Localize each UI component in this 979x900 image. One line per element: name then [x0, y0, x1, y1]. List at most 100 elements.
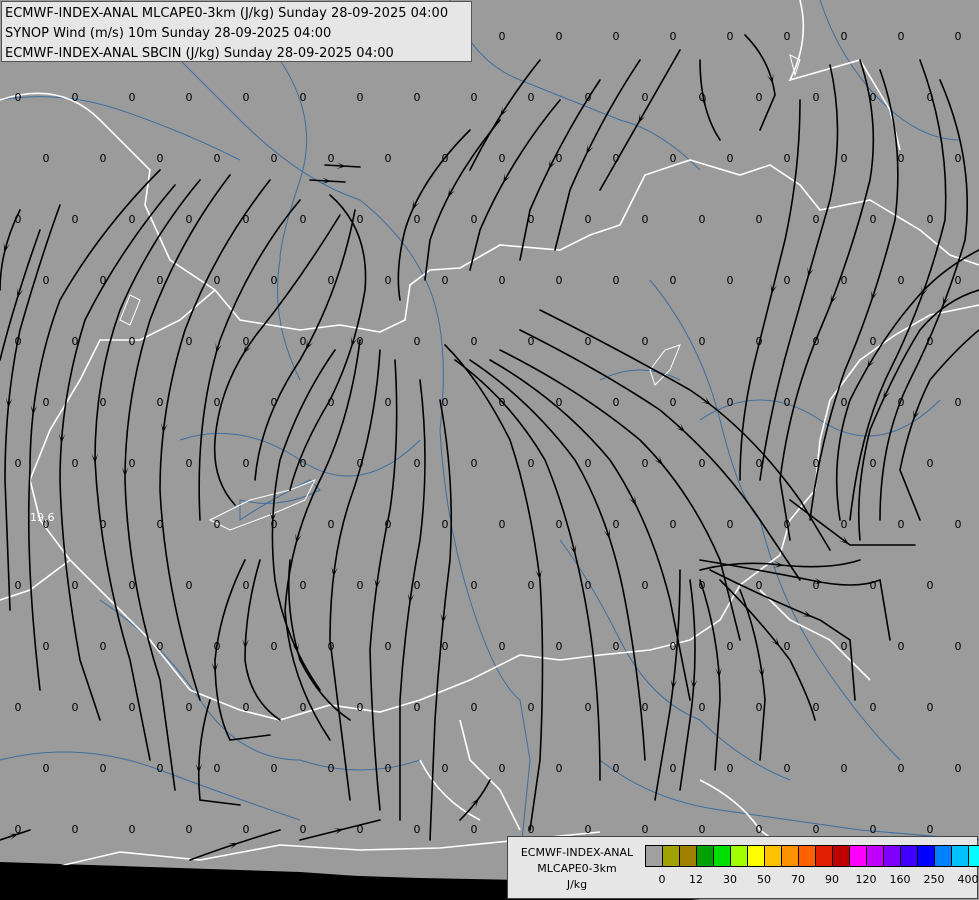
grid-value-label: 0 — [613, 274, 620, 287]
grid-value-label: 0 — [300, 457, 307, 470]
grid-value-label: 0 — [300, 701, 307, 714]
legend-swatch — [901, 846, 918, 866]
grid-value-label: 0 — [43, 640, 50, 653]
grid-value-label: 0 — [271, 762, 278, 775]
grid-value-label: 0 — [271, 396, 278, 409]
grid-value-label: 0 — [300, 823, 307, 836]
grid-value-label: 0 — [528, 823, 535, 836]
legend-tick: 90 — [825, 873, 839, 886]
grid-value-label: 0 — [15, 823, 22, 836]
grid-value-label: 0 — [585, 335, 592, 348]
grid-value-label: 0 — [613, 396, 620, 409]
grid-value-label: 0 — [784, 518, 791, 531]
grid-value-label: 0 — [870, 335, 877, 348]
grid-value-label: 0 — [43, 274, 50, 287]
grid-value-label: 0 — [43, 762, 50, 775]
grid-value-label: 0 — [15, 457, 22, 470]
grid-value-label: 0 — [898, 274, 905, 287]
grid-value-label: 0 — [642, 91, 649, 104]
legend-title-line1: ECMWF-INDEX-ANAL — [520, 846, 634, 859]
grid-value-label: 0 — [727, 518, 734, 531]
grid-value-label: 0 — [756, 701, 763, 714]
grid-value-label: 0 — [585, 823, 592, 836]
legend-swatch — [918, 846, 935, 866]
grid-value-label: 0 — [670, 762, 677, 775]
grid-value-label: 0 — [727, 640, 734, 653]
grid-value-label: 0 — [15, 213, 22, 226]
grid-value-label: 0 — [784, 640, 791, 653]
grid-value-label: 0 — [414, 823, 421, 836]
grid-value-label: 0 — [927, 823, 934, 836]
grid-value-label: 0 — [784, 396, 791, 409]
grid-value-label: 0 — [385, 274, 392, 287]
grid-value-label: 0 — [556, 396, 563, 409]
grid-value-label: 0 — [585, 579, 592, 592]
grid-value-label: 0 — [471, 91, 478, 104]
grid-value-label: 0 — [100, 762, 107, 775]
grid-value-label: 0 — [642, 823, 649, 836]
grid-value-label: 0 — [528, 91, 535, 104]
grid-value-label: 0 — [442, 640, 449, 653]
grid-value-label: 0 — [300, 335, 307, 348]
grid-value-label: 0 — [898, 30, 905, 43]
grid-value-label: 0 — [129, 335, 136, 348]
grid-value-label: 0 — [414, 579, 421, 592]
grid-value-label: 0 — [442, 762, 449, 775]
grid-value-label: 0 — [243, 457, 250, 470]
grid-value-label: 0 — [756, 579, 763, 592]
grid-value-label: 0 — [841, 518, 848, 531]
grid-value-label: 0 — [499, 152, 506, 165]
grid-value-label: 0 — [15, 91, 22, 104]
grid-value-label: 0 — [15, 579, 22, 592]
grid-value-label: 0 — [727, 396, 734, 409]
legend-swatch — [935, 846, 952, 866]
grid-value-label: 0 — [870, 213, 877, 226]
grid-value-label: 0 — [813, 579, 820, 592]
grid-value-label: 0 — [813, 91, 820, 104]
grid-value-label: 0 — [357, 91, 364, 104]
legend-tick: 70 — [791, 873, 805, 886]
grid-value-label: 0 — [556, 762, 563, 775]
grid-value-label: 0 — [300, 579, 307, 592]
grid-value-label: 0 — [72, 701, 79, 714]
grid-value-label: 0 — [585, 457, 592, 470]
grid-value-label: 0 — [300, 213, 307, 226]
grid-value-label: 0 — [72, 823, 79, 836]
legend-tick: 250 — [923, 873, 945, 886]
grid-value-label: 0 — [585, 213, 592, 226]
grid-value-label: 0 — [214, 640, 221, 653]
grid-value-label: 0 — [385, 518, 392, 531]
legend-title-line3: J/kg — [566, 878, 588, 891]
grid-value-label: 0 — [442, 274, 449, 287]
grid-value-label: 0 — [756, 213, 763, 226]
grid-value-label: 0 — [442, 152, 449, 165]
grid-value-label: 0 — [727, 274, 734, 287]
grid-value-label: 0 — [357, 701, 364, 714]
grid-value-label: 0 — [841, 762, 848, 775]
grid-value-label: 0 — [727, 30, 734, 43]
grid-value-label: 0 — [528, 701, 535, 714]
grid-value-label: 0 — [100, 152, 107, 165]
legend-swatch — [680, 846, 697, 866]
grid-value-label: 0 — [756, 91, 763, 104]
grid-value-label: 0 — [556, 30, 563, 43]
grid-value-label: 0 — [328, 274, 335, 287]
grid-value-label: 0 — [670, 640, 677, 653]
grid-value-label: 0 — [813, 213, 820, 226]
grid-value-label: 0 — [927, 457, 934, 470]
grid-value-label: 0 — [157, 762, 164, 775]
grid-value-label: 0 — [699, 335, 706, 348]
grid-value-label: 0 — [157, 274, 164, 287]
grid-value-label: 0 — [556, 518, 563, 531]
grid-value-label: 0 — [186, 579, 193, 592]
grid-value-label: 0 — [214, 518, 221, 531]
title-line-cin: ECMWF-INDEX-ANAL SBCIN (J/kg) Sunday 28-… — [5, 46, 394, 61]
grid-value-label: 0 — [129, 213, 136, 226]
grid-value-label: 0 — [499, 518, 506, 531]
grid-value-label: 0 — [699, 91, 706, 104]
grid-value-label: 0 — [556, 640, 563, 653]
map-title-box: ECMWF-INDEX-ANAL MLCAPE0-3km (J/kg) Sund… — [1, 1, 472, 62]
grid-value-label: 0 — [328, 640, 335, 653]
grid-value-label: 0 — [613, 30, 620, 43]
grid-value-label: 0 — [385, 152, 392, 165]
